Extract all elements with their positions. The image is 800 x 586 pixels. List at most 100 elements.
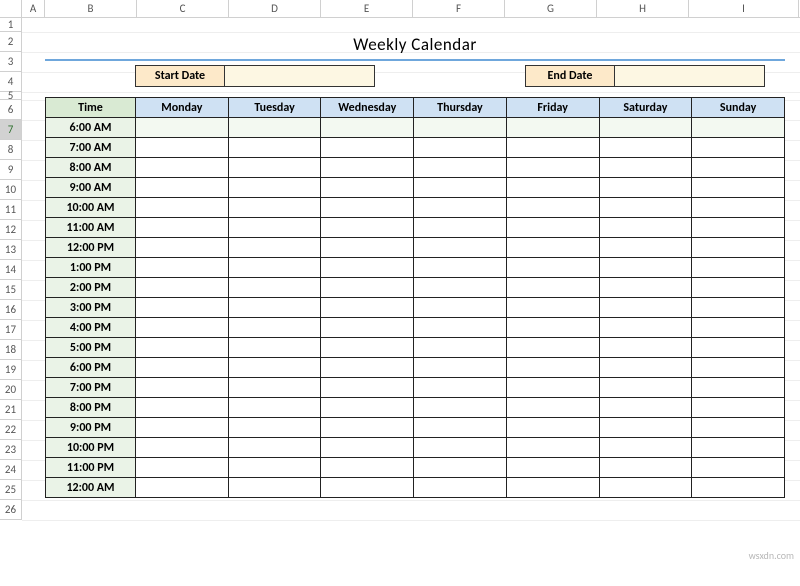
calendar-cell[interactable]: [692, 318, 785, 338]
calendar-cell[interactable]: [692, 238, 785, 258]
calendar-cell[interactable]: [136, 438, 229, 458]
row-header-15[interactable]: 15: [0, 280, 22, 300]
calendar-cell[interactable]: [228, 378, 321, 398]
col-header-D[interactable]: D: [229, 0, 321, 17]
calendar-cell[interactable]: [321, 438, 414, 458]
calendar-cell[interactable]: [692, 258, 785, 278]
calendar-cell[interactable]: [321, 138, 414, 158]
calendar-cell[interactable]: [136, 378, 229, 398]
calendar-cell[interactable]: [506, 178, 599, 198]
calendar-cell[interactable]: [692, 418, 785, 438]
calendar-cell[interactable]: [692, 198, 785, 218]
row-header-23[interactable]: 23: [0, 440, 22, 460]
calendar-cell[interactable]: [321, 478, 414, 498]
calendar-cell[interactable]: [599, 398, 692, 418]
col-header-E[interactable]: E: [321, 0, 413, 17]
calendar-cell[interactable]: [599, 278, 692, 298]
calendar-cell[interactable]: [414, 258, 507, 278]
calendar-cell[interactable]: [506, 278, 599, 298]
row-header-5[interactable]: 5: [0, 92, 22, 100]
calendar-cell[interactable]: [321, 338, 414, 358]
calendar-cell[interactable]: [414, 138, 507, 158]
row-header-6[interactable]: 6: [0, 100, 22, 120]
calendar-cell[interactable]: [414, 378, 507, 398]
calendar-cell[interactable]: [228, 118, 321, 138]
col-header-C[interactable]: C: [137, 0, 229, 17]
calendar-cell[interactable]: [228, 258, 321, 278]
calendar-cell[interactable]: [414, 358, 507, 378]
calendar-cell[interactable]: [228, 138, 321, 158]
row-header-8[interactable]: 8: [0, 140, 22, 160]
row-header-7[interactable]: 7: [0, 120, 22, 140]
row-header-2[interactable]: 2: [0, 32, 22, 52]
calendar-cell[interactable]: [136, 158, 229, 178]
calendar-cell[interactable]: [414, 318, 507, 338]
calendar-cell[interactable]: [228, 278, 321, 298]
calendar-cell[interactable]: [136, 398, 229, 418]
calendar-cell[interactable]: [506, 358, 599, 378]
end-date-input[interactable]: [615, 65, 765, 87]
row-header-9[interactable]: 9: [0, 160, 22, 180]
calendar-cell[interactable]: [599, 178, 692, 198]
calendar-cell[interactable]: [599, 198, 692, 218]
calendar-cell[interactable]: [321, 318, 414, 338]
calendar-cell[interactable]: [228, 458, 321, 478]
calendar-cell[interactable]: [599, 438, 692, 458]
calendar-cell[interactable]: [599, 258, 692, 278]
calendar-cell[interactable]: [414, 298, 507, 318]
calendar-cell[interactable]: [599, 458, 692, 478]
calendar-cell[interactable]: [692, 278, 785, 298]
calendar-cell[interactable]: [321, 378, 414, 398]
calendar-cell[interactable]: [506, 458, 599, 478]
calendar-cell[interactable]: [321, 278, 414, 298]
calendar-cell[interactable]: [321, 158, 414, 178]
calendar-cell[interactable]: [136, 238, 229, 258]
row-header-13[interactable]: 13: [0, 240, 22, 260]
row-header-22[interactable]: 22: [0, 420, 22, 440]
calendar-cell[interactable]: [414, 398, 507, 418]
col-header-B[interactable]: B: [45, 0, 137, 17]
calendar-cell[interactable]: [321, 198, 414, 218]
calendar-cell[interactable]: [321, 258, 414, 278]
row-header-20[interactable]: 20: [0, 380, 22, 400]
calendar-cell[interactable]: [414, 178, 507, 198]
calendar-cell[interactable]: [136, 138, 229, 158]
calendar-cell[interactable]: [136, 178, 229, 198]
calendar-cell[interactable]: [506, 238, 599, 258]
calendar-cell[interactable]: [506, 138, 599, 158]
calendar-cell[interactable]: [321, 118, 414, 138]
row-header-24[interactable]: 24: [0, 460, 22, 480]
calendar-cell[interactable]: [506, 398, 599, 418]
calendar-cell[interactable]: [599, 358, 692, 378]
calendar-cell[interactable]: [506, 478, 599, 498]
calendar-cell[interactable]: [228, 158, 321, 178]
row-header-1[interactable]: 1: [0, 18, 22, 32]
calendar-cell[interactable]: [414, 238, 507, 258]
row-header-18[interactable]: 18: [0, 340, 22, 360]
calendar-cell[interactable]: [692, 338, 785, 358]
calendar-cell[interactable]: [321, 358, 414, 378]
calendar-cell[interactable]: [692, 378, 785, 398]
calendar-cell[interactable]: [228, 438, 321, 458]
col-header-F[interactable]: F: [413, 0, 505, 17]
calendar-cell[interactable]: [228, 178, 321, 198]
calendar-cell[interactable]: [228, 318, 321, 338]
calendar-cell[interactable]: [228, 198, 321, 218]
calendar-cell[interactable]: [414, 118, 507, 138]
row-header-19[interactable]: 19: [0, 360, 22, 380]
calendar-cell[interactable]: [692, 298, 785, 318]
calendar-cell[interactable]: [228, 418, 321, 438]
calendar-cell[interactable]: [321, 218, 414, 238]
calendar-cell[interactable]: [321, 238, 414, 258]
calendar-cell[interactable]: [599, 298, 692, 318]
calendar-cell[interactable]: [599, 418, 692, 438]
calendar-cell[interactable]: [506, 198, 599, 218]
calendar-cell[interactable]: [506, 258, 599, 278]
row-header-25[interactable]: 25: [0, 480, 22, 500]
row-header-12[interactable]: 12: [0, 220, 22, 240]
calendar-cell[interactable]: [228, 398, 321, 418]
calendar-cell[interactable]: [136, 318, 229, 338]
calendar-cell[interactable]: [414, 338, 507, 358]
calendar-cell[interactable]: [136, 458, 229, 478]
select-all-corner[interactable]: [0, 0, 22, 17]
